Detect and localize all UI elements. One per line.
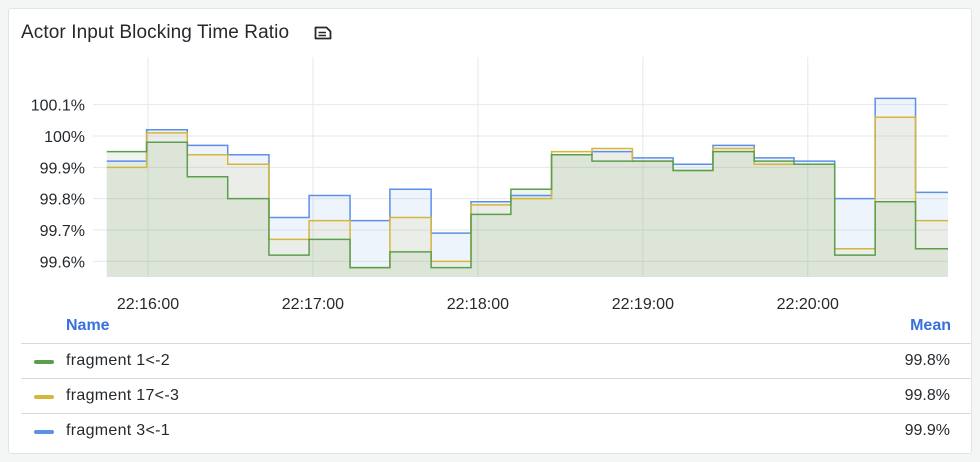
x-axis: 22:16:00 22:17:00 22:18:00 22:19:00 22:20:00 — [117, 296, 839, 313]
time-series-chart[interactable]: 100.1%100%99.9%99.8%99.7%99.6% 22:16:00 2… — [9, 9, 971, 315]
y-tick-label: 100.1% — [31, 98, 85, 115]
chart-panel: Actor Input Blocking Time Ratio 100.1% 10… — [8, 8, 972, 454]
series-mean: 99.8% — [904, 352, 950, 369]
series-name: fragment 17<-3 — [66, 387, 180, 404]
legend-table[interactable]: fragment 1<-2 99.8% fragment 17<-3 99.8%… — [21, 343, 971, 445]
chart-areas — [106, 98, 949, 278]
y-tick-label: 99.7% — [40, 223, 85, 240]
legend-mean-header[interactable]: Mean — [910, 317, 951, 335]
y-tick-label: 99.8% — [40, 192, 85, 209]
series-mean: 99.9% — [904, 422, 950, 439]
x-tick-label: 22:17:00 — [282, 296, 344, 313]
x-tick-label: 22:18:00 — [447, 296, 509, 313]
series-swatch — [34, 430, 54, 434]
y-tick-label: 99.9% — [40, 160, 85, 177]
y-tick-label: 100% — [44, 129, 85, 146]
x-tick-label: 22:16:00 — [117, 296, 179, 313]
series-swatch — [34, 395, 54, 399]
legend-row[interactable]: fragment 17<-3 99.8% — [21, 378, 971, 413]
series-name: fragment 1<-2 — [66, 352, 170, 369]
series-swatch — [34, 360, 54, 364]
y-axis: 100.1% 100% 99.9% 99.8% 99.7% 99.6% — [31, 98, 85, 272]
legend-row[interactable]: fragment 3<-1 99.9% — [21, 413, 971, 445]
legend-header: Name Mean — [9, 315, 971, 343]
x-tick-label: 22:19:00 — [612, 296, 674, 313]
y-tick-label: 99.6% — [40, 254, 85, 271]
series-mean: 99.8% — [904, 387, 950, 404]
x-tick-label: 22:20:00 — [777, 296, 839, 313]
legend-name-header[interactable]: Name — [66, 317, 110, 335]
legend-row[interactable]: fragment 1<-2 99.8% — [21, 343, 971, 378]
series-name: fragment 3<-1 — [66, 422, 170, 439]
